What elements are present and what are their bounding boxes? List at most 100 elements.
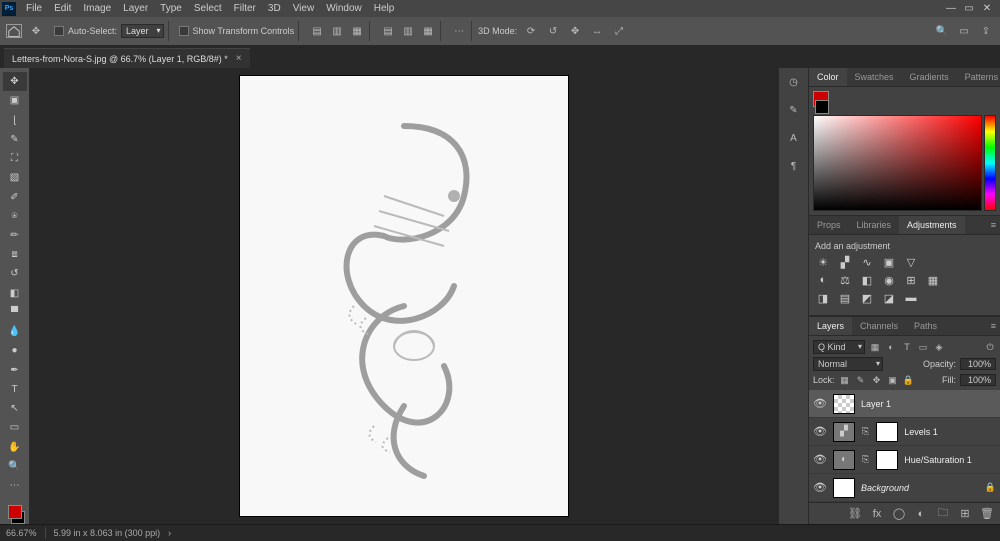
auto-select-target-select[interactable]: Layer <box>121 24 164 38</box>
3d-orbit-icon[interactable]: ⟳ <box>523 23 539 39</box>
adj-channel-mixer-icon[interactable]: ⊞ <box>903 273 919 287</box>
adj-threshold-icon[interactable]: ◩ <box>859 291 875 305</box>
3d-slide-icon[interactable]: ↔ <box>589 23 605 39</box>
adj-gradient-map-icon[interactable]: ▬ <box>903 291 919 305</box>
align-bottom-edges-icon[interactable]: ▦ <box>420 23 436 39</box>
tab-color[interactable]: Color <box>809 68 847 86</box>
link-layers-icon[interactable]: ⛓ <box>848 507 862 521</box>
pen-tool[interactable]: ✒ <box>3 361 27 380</box>
status-chevron-icon[interactable]: › <box>168 528 171 538</box>
tab-swatches[interactable]: Swatches <box>847 68 902 86</box>
align-top-edges-icon[interactable]: ▤ <box>380 23 396 39</box>
layer-name[interactable]: Levels 1 <box>904 427 938 437</box>
edit-toolbar[interactable]: ⋯ <box>3 476 27 495</box>
clone-stamp-tool[interactable]: ⧈ <box>3 245 27 264</box>
paragraph-panel-icon[interactable]: ¶ <box>784 156 804 176</box>
filter-pixel-icon[interactable]: ▦ <box>869 341 881 353</box>
layers-panel-menu-icon[interactable]: ≡ <box>987 321 1000 331</box>
adj-curves-icon[interactable]: ∿ <box>859 255 875 269</box>
menu-type[interactable]: Type <box>154 1 188 16</box>
move-tool-indicator-icon[interactable]: ✥ <box>28 23 44 39</box>
tab-properties[interactable]: Props <box>809 216 849 234</box>
adj-hue-icon[interactable]: ◐ <box>815 273 831 287</box>
eyedropper-tool[interactable]: ✐ <box>3 187 27 206</box>
menu-layer[interactable]: Layer <box>117 1 154 16</box>
hand-tool[interactable]: ✋ <box>3 437 27 456</box>
tab-channels[interactable]: Channels <box>852 317 906 335</box>
lasso-tool[interactable]: ɭ <box>3 110 27 129</box>
layer-thumbnail[interactable] <box>833 478 855 498</box>
new-layer-icon[interactable]: ⊞ <box>958 507 972 521</box>
blur-tool[interactable]: 💧 <box>3 322 27 341</box>
tab-patterns[interactable]: Patterns <box>957 68 1000 86</box>
menu-help[interactable]: Help <box>368 1 401 16</box>
filter-type-icon[interactable]: T <box>901 341 913 353</box>
layer-name[interactable]: Hue/Saturation 1 <box>904 455 972 465</box>
quick-select-tool[interactable]: ✎ <box>3 130 27 149</box>
adj-invert-icon[interactable]: ◨ <box>815 291 831 305</box>
layer-row[interactable]: 👁 Layer 1 <box>809 390 1000 418</box>
mask-thumbnail[interactable] <box>876 450 898 470</box>
foreground-color-swatch[interactable] <box>8 505 22 519</box>
home-icon[interactable] <box>6 24 22 38</box>
healing-brush-tool[interactable]: ⍟ <box>3 207 27 226</box>
eraser-tool[interactable]: ◧ <box>3 284 27 303</box>
adj-color-balance-icon[interactable]: ⚖ <box>837 273 853 287</box>
document-tab[interactable]: Letters-from-Nora-S.jpg @ 66.7% (Layer 1… <box>4 48 250 68</box>
path-select-tool[interactable]: ↖ <box>3 399 27 418</box>
adj-color-lookup-icon[interactable]: ▦ <box>925 273 941 287</box>
tab-layers[interactable]: Layers <box>809 317 852 335</box>
menu-edit[interactable]: Edit <box>48 1 77 16</box>
add-mask-icon[interactable]: ◯ <box>892 507 906 521</box>
lock-artboard-icon[interactable]: ▣ <box>887 374 899 386</box>
tab-adjustments[interactable]: Adjustments <box>899 216 965 234</box>
zoom-level[interactable]: 66.67% <box>6 528 37 538</box>
visibility-toggle-icon[interactable]: 👁 <box>813 425 827 438</box>
layer-filter-select[interactable]: Q Kind <box>813 340 865 354</box>
opacity-input[interactable]: 100% <box>960 358 996 370</box>
show-transform-checkbox[interactable] <box>179 26 189 36</box>
mask-thumbnail[interactable] <box>876 422 898 442</box>
visibility-toggle-icon[interactable]: 👁 <box>813 481 827 494</box>
adj-posterize-icon[interactable]: ▤ <box>837 291 853 305</box>
gradient-tool[interactable]: ▀ <box>3 303 27 322</box>
layer-name[interactable]: Layer 1 <box>861 399 891 409</box>
filter-smart-icon[interactable]: ◈ <box>933 341 945 353</box>
3d-scale-icon[interactable]: ⤢ <box>611 23 627 39</box>
menu-select[interactable]: Select <box>188 1 228 16</box>
panel-background-swatch[interactable] <box>815 100 829 114</box>
close-button[interactable]: ✕ <box>980 2 994 16</box>
adj-selective-color-icon[interactable]: ◪ <box>881 291 897 305</box>
search-icon[interactable]: 🔍 <box>934 23 950 39</box>
rectangle-tool[interactable]: ▭ <box>3 418 27 437</box>
adj-levels-icon[interactable]: ▞ <box>837 255 853 269</box>
adjustment-thumbnail[interactable]: ▞ <box>833 422 855 442</box>
adjustments-panel-menu-icon[interactable]: ≡ <box>987 220 1000 230</box>
frame-tool[interactable]: ▧ <box>3 168 27 187</box>
align-left-edges-icon[interactable]: ▤ <box>309 23 325 39</box>
brush-settings-panel-icon[interactable]: ✎ <box>784 100 804 120</box>
visibility-toggle-icon[interactable]: 👁 <box>813 397 827 410</box>
tab-libraries[interactable]: Libraries <box>849 216 900 234</box>
visibility-toggle-icon[interactable]: 👁 <box>813 453 827 466</box>
align-vcenter-icon[interactable]: ▥ <box>400 23 416 39</box>
mask-link-icon[interactable]: ⎘ <box>861 454 870 465</box>
adj-exposure-icon[interactable]: ▣ <box>881 255 897 269</box>
new-group-icon[interactable]: 🗀 <box>936 507 950 521</box>
menu-3d[interactable]: 3D <box>262 1 287 16</box>
workspace-icon[interactable]: ▭ <box>956 23 972 39</box>
tab-paths[interactable]: Paths <box>906 317 945 335</box>
adj-photo-filter-icon[interactable]: ◉ <box>881 273 897 287</box>
tab-gradients[interactable]: Gradients <box>902 68 957 86</box>
crop-tool[interactable]: ⛶ <box>3 149 27 168</box>
history-panel-icon[interactable]: ◷ <box>784 72 804 92</box>
document-dimensions[interactable]: 5.99 in x 8.063 in (300 ppi) <box>54 528 161 538</box>
adj-bw-icon[interactable]: ◧ <box>859 273 875 287</box>
layer-style-icon[interactable]: fx <box>870 507 884 521</box>
restore-button[interactable]: ▭ <box>962 2 976 16</box>
character-panel-icon[interactable]: A <box>784 128 804 148</box>
3d-pan-icon[interactable]: ✥ <box>567 23 583 39</box>
layer-row[interactable]: 👁 ◐ ⎘ Hue/Saturation 1 <box>809 446 1000 474</box>
history-brush-tool[interactable]: ↺ <box>3 264 27 283</box>
menu-image[interactable]: Image <box>77 1 117 16</box>
